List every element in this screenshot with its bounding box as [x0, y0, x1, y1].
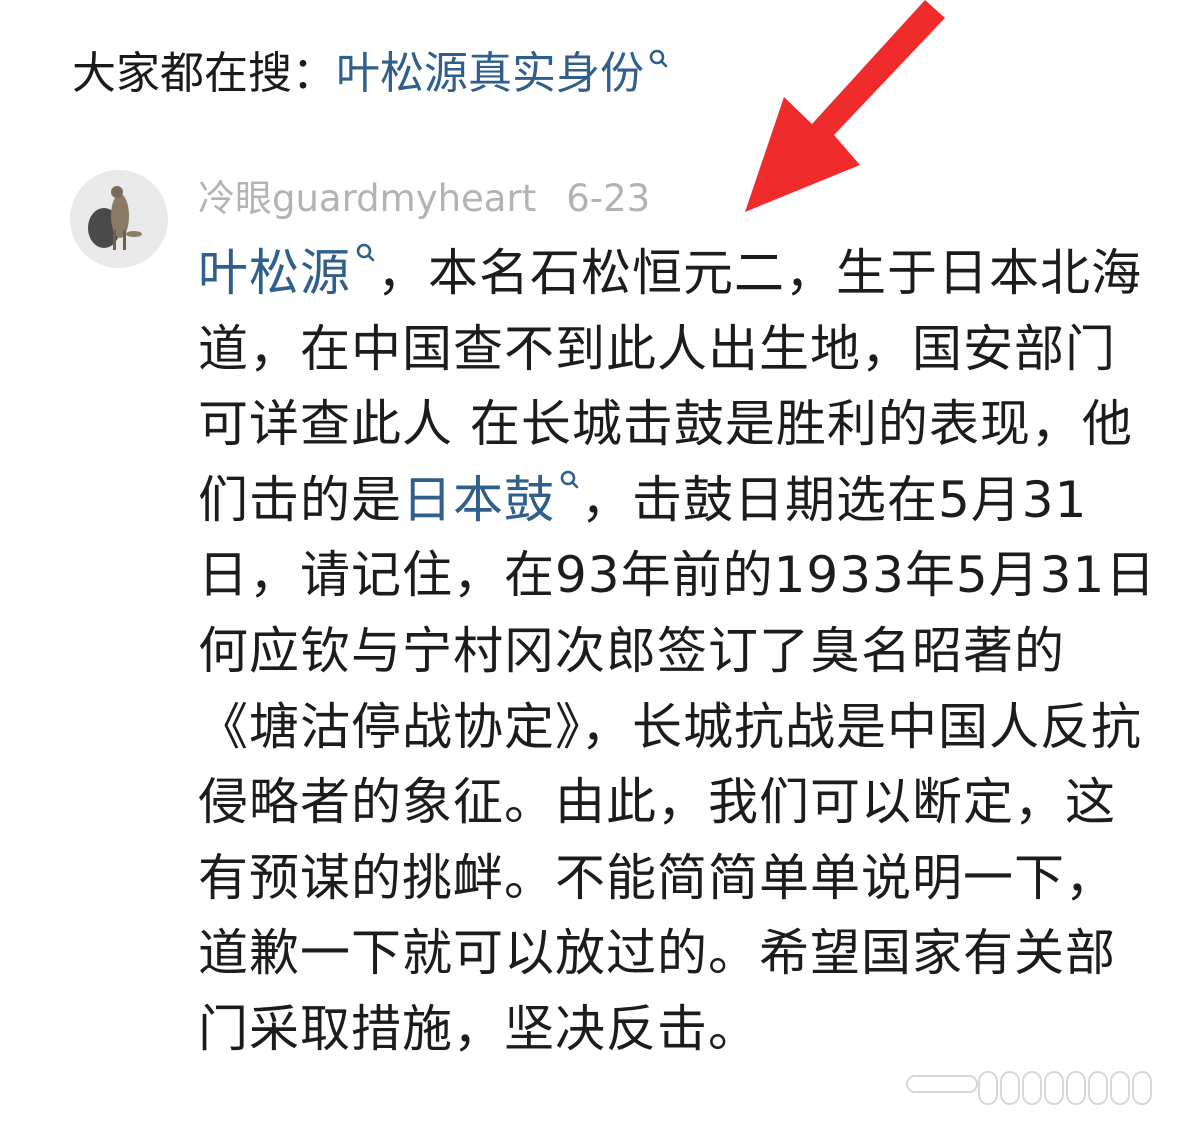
comment-date: 6-23: [566, 177, 651, 220]
comment-text-part-2: ，击鼓日期选在5月31日，请记住，在93年前的1933年5月31日何应钦与宁村冈…: [198, 470, 1157, 1058]
meerkat-avatar-icon: [70, 170, 168, 268]
comment-link-ye-songyuan[interactable]: 叶松源: [198, 244, 351, 302]
search-suggestion-row: 大家都在搜：叶松源真实身份: [72, 44, 670, 104]
comment-link-japanese-drum[interactable]: 日本鼓: [402, 471, 555, 529]
search-icon[interactable]: [557, 469, 581, 493]
red-arrow-icon: [745, 0, 945, 212]
user-avatar[interactable]: [70, 170, 168, 268]
search-icon[interactable]: [646, 48, 670, 72]
comment-body: 叶松源 ，本名石松恒元二，生于日本北海道，在中国查不到此人出生地，国安部门可详查…: [198, 236, 1158, 1068]
search-suggestion-link[interactable]: 叶松源真实身份: [336, 48, 644, 99]
search-suggestion-prefix: 大家都在搜：: [72, 48, 336, 99]
username[interactable]: 冷眼guardmyheart: [198, 177, 536, 220]
comment-meta: 冷眼guardmyheart 6-23: [198, 174, 650, 224]
search-icon[interactable]: [353, 242, 377, 266]
watermark-bars-icon: [906, 1071, 1152, 1105]
